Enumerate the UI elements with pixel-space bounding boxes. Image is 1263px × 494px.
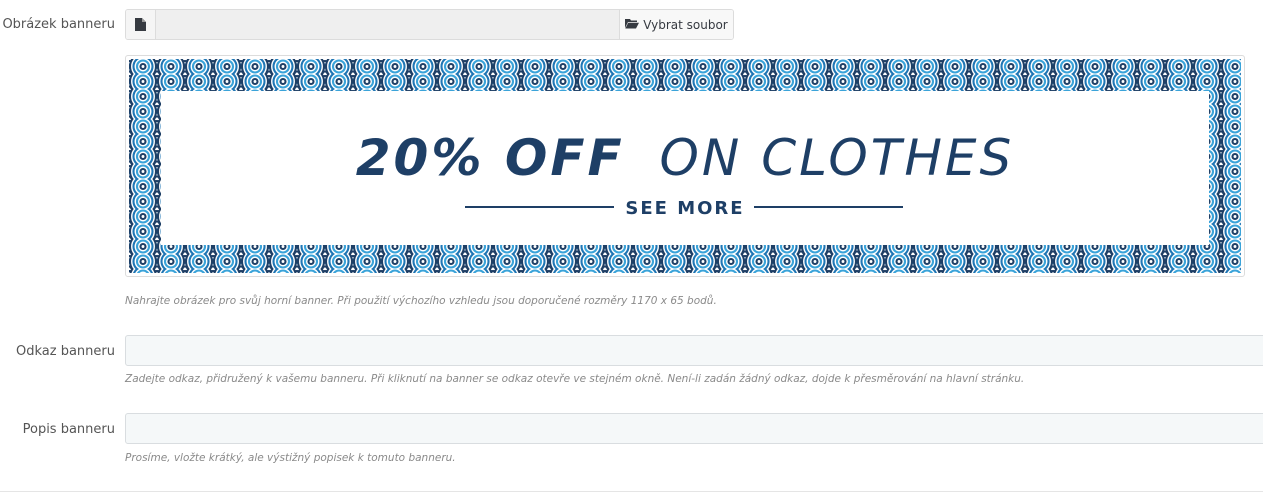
banner-link-input[interactable] [125, 335, 1263, 366]
choose-file-button[interactable]: Vybrat soubor [619, 10, 733, 39]
banner-headline-light: ON CLOTHES [660, 129, 1015, 187]
svg-text:20% OFF ON CLOTHES: 20% OFF ON CLOTHES [356, 129, 1015, 187]
choose-file-label: Vybrat soubor [643, 17, 728, 32]
banner-image: 20% OFF ON CLOTHES SEE MORE [129, 59, 1241, 273]
banner-preview: 20% OFF ON CLOTHES SEE MORE [125, 55, 1245, 277]
banner-image-label: Obrázek banneru [2, 17, 115, 32]
banner-cta: SEE MORE [625, 198, 744, 219]
banner-headline-bold: 20% OFF [356, 129, 625, 187]
banner-description-label: Popis banneru [22, 422, 115, 437]
folder-open-icon [625, 18, 640, 32]
banner-description-input[interactable] [125, 413, 1263, 444]
banner-image-help: Nahrajte obrázek pro svůj horní banner. … [125, 295, 717, 307]
banner-link-help: Zadejte odkaz, přidružený k vašemu banne… [125, 373, 1025, 385]
file-picker: Vybrat soubor [125, 9, 734, 40]
banner-link-label: Odkaz banneru [16, 344, 115, 359]
file-name-display[interactable] [156, 10, 619, 39]
file-icon [126, 10, 156, 39]
panel-divider [0, 491, 1263, 492]
banner-description-help: Prosíme, vložte krátký, ale výstižný pop… [125, 452, 456, 464]
